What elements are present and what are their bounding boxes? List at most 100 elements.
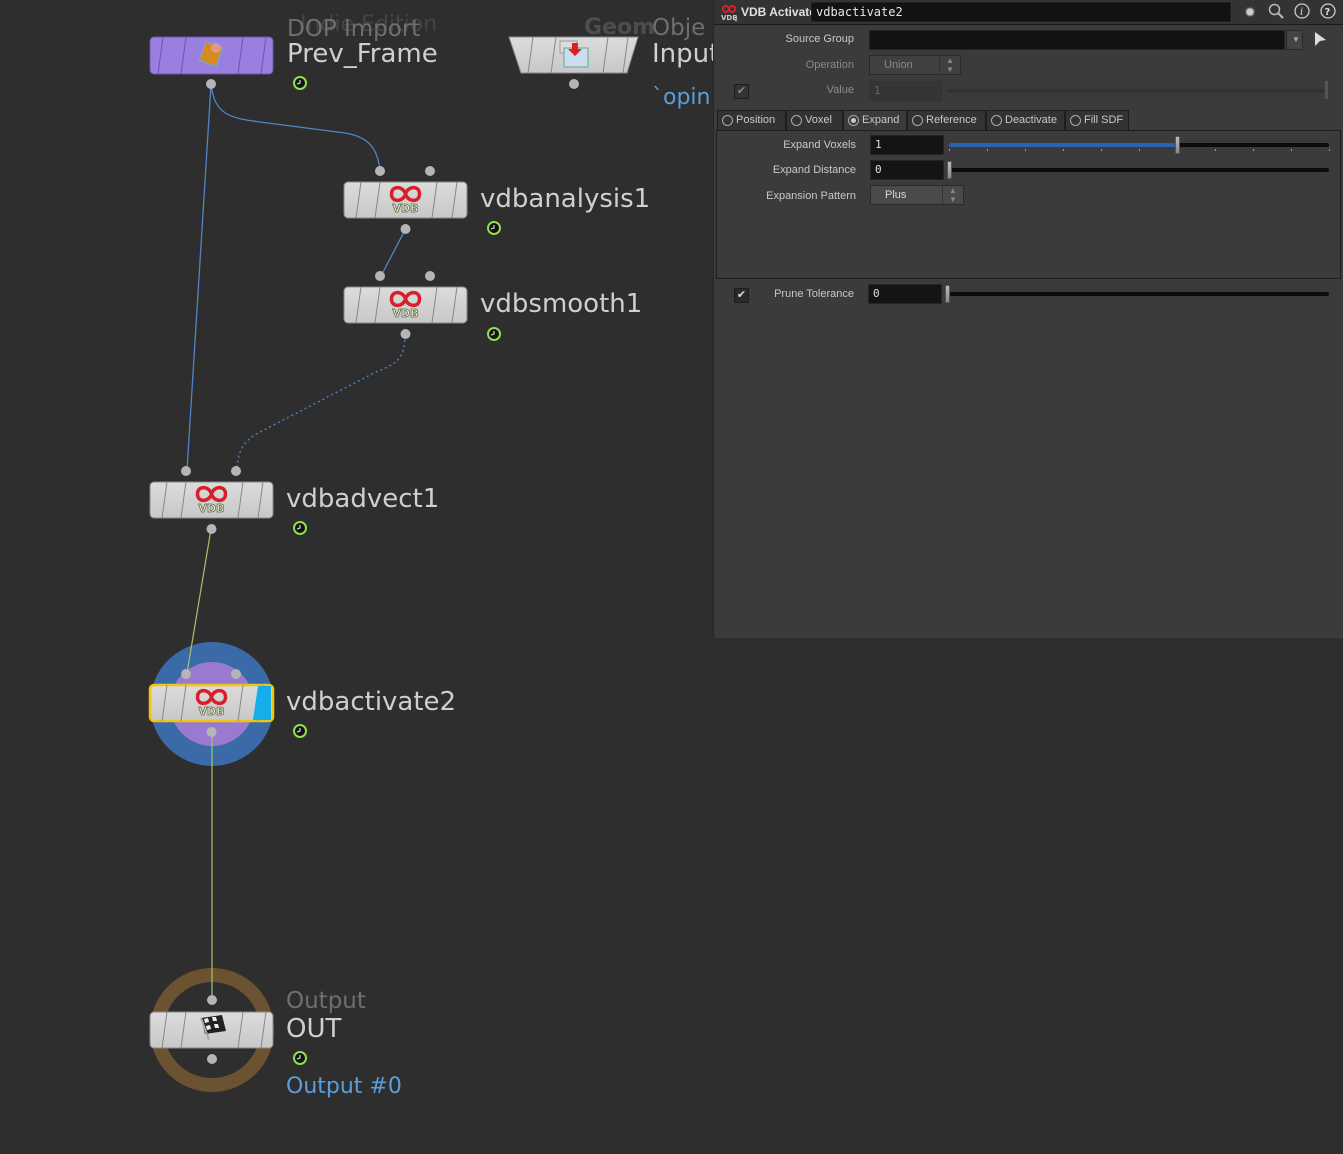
node-vdbanalysis1[interactable]: VDB [343, 166, 468, 234]
help-icon[interactable]: ? [1319, 3, 1337, 21]
source-group-field[interactable] [869, 30, 1285, 50]
prune-tolerance-label: Prune Tolerance [774, 288, 854, 300]
value-slider[interactable] [947, 89, 1324, 93]
parameter-title-bar: VDB VDB Activate vdbactivate2 ✹ i ? [714, 0, 1343, 25]
vdb-badge-text: VDB [198, 502, 224, 515]
expand-voxels-field[interactable]: 1 [870, 135, 944, 155]
expansion-pattern-menu[interactable]: Plus ▲ ▼ [870, 185, 964, 205]
chevron-down-icon: ▼ [1292, 35, 1300, 44]
source-group-label: Source Group [785, 33, 854, 45]
updown-arrows-icon: ▲ ▼ [939, 56, 960, 74]
input-connector[interactable] [425, 271, 435, 281]
tab-label: Fill SDF [1084, 114, 1124, 126]
node-prev-frame[interactable] [149, 36, 274, 89]
tab-reference[interactable]: Reference [907, 110, 986, 131]
node-name-label[interactable]: vdbactivate2 [286, 687, 456, 717]
slider-tick [1025, 149, 1026, 151]
wire-vdbanalysis-to-vdbsmooth[interactable] [380, 229, 406, 277]
node-name-label[interactable]: vdbanalysis1 [480, 184, 650, 214]
slider-handle[interactable] [1175, 136, 1180, 154]
node-extra-label: `opin [652, 85, 711, 110]
slider-track[interactable] [947, 292, 1329, 296]
output-connector[interactable] [207, 1054, 217, 1064]
gear-icon[interactable]: ✹ [1241, 3, 1259, 21]
output-connector[interactable] [569, 79, 579, 89]
tab-voxel[interactable]: Voxel [786, 110, 843, 131]
parameter-panel: VDB VDB Activate vdbactivate2 ✹ i ? Sour… [713, 0, 1343, 638]
updown-arrows-icon: ▲ ▼ [942, 186, 963, 204]
source-group-dropdown[interactable]: ▼ [1286, 30, 1303, 50]
radio-icon [991, 115, 1002, 126]
node-name-label[interactable]: vdbsmooth1 [480, 289, 642, 319]
node-name-label[interactable]: Prev_Frame [287, 39, 438, 69]
radio-icon [1070, 115, 1081, 126]
tab-position[interactable]: Position [717, 110, 786, 131]
slider-handle[interactable] [945, 285, 950, 303]
slider-tick [1101, 149, 1102, 151]
select-arrow-icon[interactable] [1313, 31, 1327, 47]
node-vdbsmooth1[interactable]: VDB [343, 271, 468, 339]
radio-icon [722, 115, 733, 126]
tab-label: Expand [862, 114, 900, 126]
radio-icon [912, 115, 923, 126]
value-label: Value [826, 84, 854, 96]
vdb-badge-text: VDB [392, 307, 418, 320]
time-dependent-clock-icon [293, 521, 307, 535]
input-connector[interactable] [231, 466, 241, 476]
operation-label: Operation [805, 59, 854, 71]
node-vdbadvect1[interactable]: VDB [149, 466, 274, 534]
operation-value: Union [884, 59, 913, 71]
value-slider-handle[interactable] [1325, 81, 1328, 99]
wire-prevframe-to-vdbadvect[interactable] [186, 84, 212, 471]
prune-tolerance-field[interactable]: 0 [868, 284, 942, 304]
radio-icon [791, 115, 802, 126]
operator-type-label: VDB Activate [741, 5, 816, 19]
slider-track[interactable] [949, 168, 1329, 172]
output-connector[interactable] [206, 727, 217, 737]
input-connector[interactable] [207, 995, 217, 1005]
time-dependent-clock-icon [293, 724, 307, 738]
output-connector[interactable] [206, 79, 216, 89]
node-input[interactable] [508, 36, 639, 89]
svg-text:i: i [1300, 7, 1303, 18]
node-name-label[interactable]: Input [652, 39, 719, 69]
tab-expand[interactable]: Expand [843, 110, 907, 131]
input-connector[interactable] [375, 166, 385, 176]
input-connector[interactable] [425, 166, 435, 176]
tab-fill-sdf[interactable]: Fill SDF [1065, 110, 1129, 131]
slider-tick [1215, 149, 1216, 151]
wire-prevframe-to-vdbanalysis[interactable] [210, 84, 381, 172]
time-dependent-clock-icon [293, 1051, 307, 1065]
output-connector[interactable] [400, 329, 411, 339]
expansion-pattern-value: Plus [885, 189, 907, 201]
input-connector[interactable] [231, 669, 241, 679]
wire-vdbsmooth-to-vdbadvect[interactable] [236, 334, 406, 471]
node-type-label: Output [286, 988, 366, 1014]
vdb-op-icon[interactable]: VDB [719, 3, 739, 23]
output-connector[interactable] [206, 524, 217, 534]
input-connector[interactable] [181, 466, 191, 476]
output-connector[interactable] [400, 224, 411, 234]
vdb-badge-text: VDB [392, 202, 418, 215]
input-connector[interactable] [375, 271, 385, 281]
expand-tab-panel [716, 130, 1341, 279]
node-type-label: Obje [652, 15, 706, 41]
slider-tick [1291, 149, 1292, 151]
input-connector[interactable] [181, 669, 191, 679]
expansion-pattern-label: Expansion Pattern [766, 190, 856, 202]
slider-tick [987, 149, 988, 151]
tab-label: Deactivate [1005, 114, 1057, 126]
info-icon[interactable]: i [1293, 3, 1311, 21]
search-icon[interactable] [1267, 3, 1285, 21]
tab-label: Position [736, 114, 776, 126]
operation-menu[interactable]: Union ▲ ▼ [869, 55, 961, 75]
expand-distance-field[interactable]: 0 [870, 160, 944, 180]
slider-tick [1329, 149, 1330, 151]
node-name-label[interactable]: vdbadvect1 [286, 484, 439, 514]
svg-text:?: ? [1325, 7, 1331, 18]
slider-handle[interactable] [947, 161, 952, 179]
node-name-label[interactable]: OUT [286, 1014, 341, 1044]
tab-deactivate[interactable]: Deactivate [986, 110, 1065, 131]
value-field[interactable]: 1 [869, 81, 942, 101]
node-name-field[interactable]: vdbactivate2 [811, 2, 1231, 22]
